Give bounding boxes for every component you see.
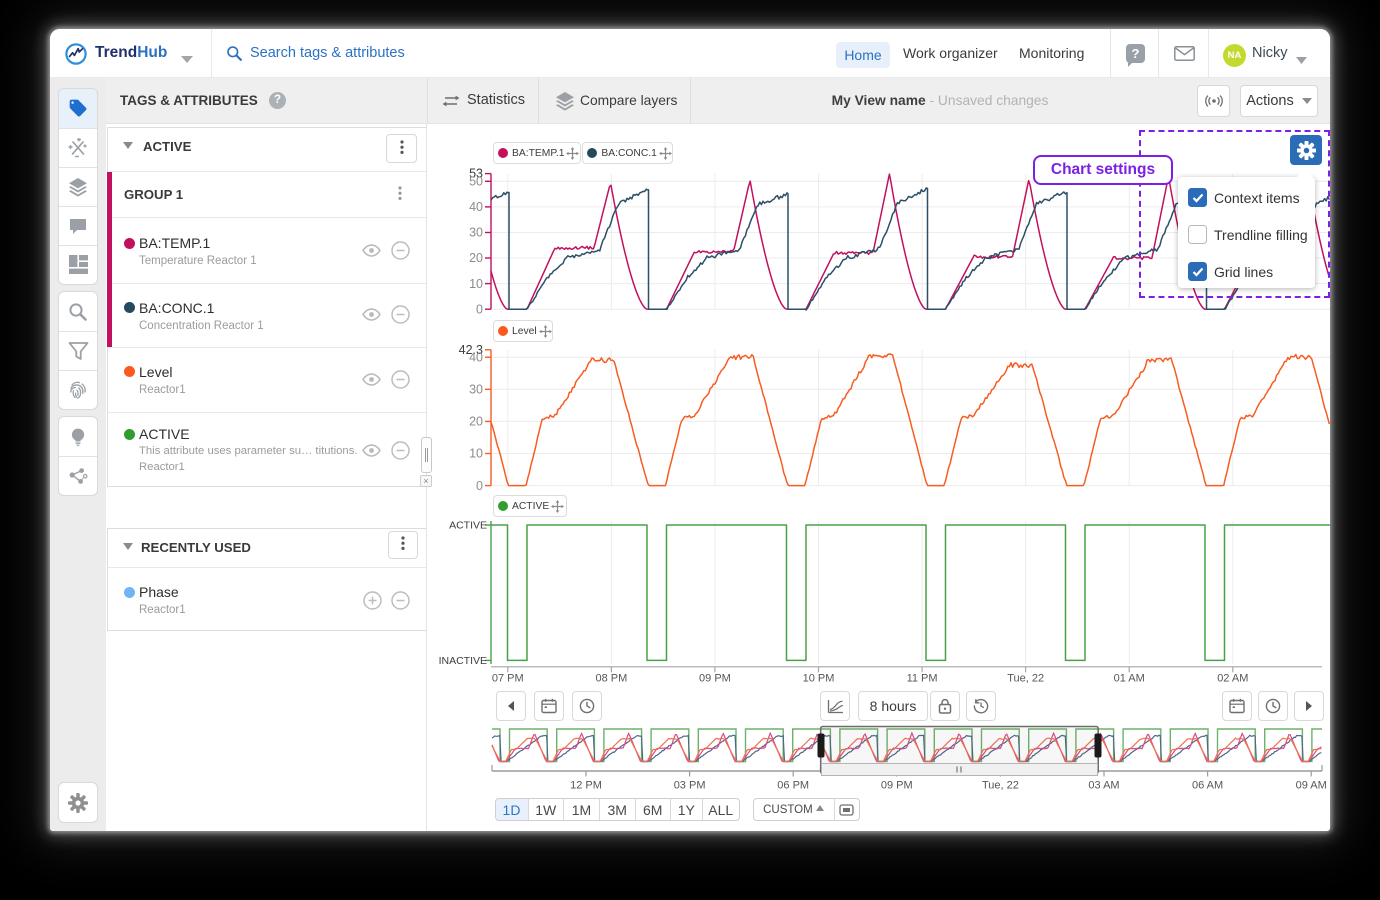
svg-text:06 AM: 06 AM <box>1192 780 1223 792</box>
svg-text:20: 20 <box>469 415 483 429</box>
svg-text:20: 20 <box>469 251 483 265</box>
svg-text:09 PM: 09 PM <box>699 673 731 685</box>
svg-text:03 PM: 03 PM <box>674 780 706 792</box>
svg-text:30: 30 <box>469 226 483 240</box>
svg-text:INACTIVE: INACTIVE <box>439 655 487 667</box>
svg-text:Tue, 22: Tue, 22 <box>982 780 1019 792</box>
svg-text:02 AM: 02 AM <box>1217 673 1248 685</box>
svg-text:40: 40 <box>469 200 483 214</box>
svg-text:10: 10 <box>469 447 483 461</box>
svg-text:0: 0 <box>476 479 483 493</box>
svg-text:0: 0 <box>476 302 483 316</box>
svg-text:01 AM: 01 AM <box>1114 673 1145 685</box>
svg-text:12 PM: 12 PM <box>570 780 602 792</box>
svg-text:09 AM: 09 AM <box>1296 780 1327 792</box>
svg-text:Tue, 22: Tue, 22 <box>1007 673 1044 685</box>
svg-text:10: 10 <box>469 277 483 291</box>
svg-text:11 PM: 11 PM <box>907 673 938 685</box>
svg-text:50: 50 <box>469 175 483 189</box>
svg-text:07 PM: 07 PM <box>492 673 524 685</box>
svg-text:40: 40 <box>469 351 483 365</box>
svg-text:06 PM: 06 PM <box>777 780 809 792</box>
svg-text:30: 30 <box>469 383 483 397</box>
svg-text:10 PM: 10 PM <box>803 673 835 685</box>
svg-text:09 PM: 09 PM <box>881 780 913 792</box>
svg-text:03 AM: 03 AM <box>1088 780 1119 792</box>
svg-text:08 PM: 08 PM <box>595 673 627 685</box>
svg-text:ACTIVE: ACTIVE <box>449 520 487 532</box>
